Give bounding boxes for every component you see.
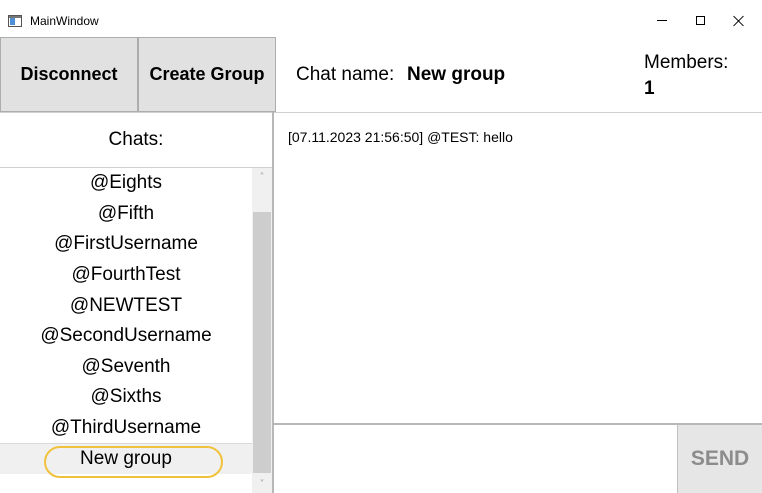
title-bar: MainWindow	[0, 0, 762, 37]
send-button[interactable]: SEND	[677, 425, 762, 493]
maximize-icon	[695, 16, 705, 25]
chat-name-label: Chat name:	[296, 64, 395, 85]
minimize-icon	[657, 20, 667, 21]
members-count: 1	[644, 78, 655, 99]
chat-list-item[interactable]: @FourthTest	[0, 260, 252, 291]
chat-list: @Eights @Fifth @FirstUsername @FourthTes…	[0, 168, 252, 493]
selection-highlight	[44, 446, 223, 478]
chat-list-item[interactable]: @Sixths	[0, 382, 252, 413]
close-button[interactable]	[717, 0, 761, 37]
create-group-button[interactable]: Create Group	[138, 37, 276, 112]
chat-list-item[interactable]: @Fifth	[0, 199, 252, 230]
chat-list-item[interactable]: @ThirdUsername	[0, 413, 252, 444]
scroll-up-icon[interactable]: ˄	[252, 168, 272, 186]
chat-list-item[interactable]: @FirstUsername	[0, 229, 252, 260]
scroll-thumb[interactable]	[253, 212, 271, 473]
members-label: Members:	[644, 52, 729, 73]
message-input[interactable]	[274, 425, 677, 493]
app-window-icon	[8, 15, 22, 27]
chat-list-item[interactable]: @SecondUsername	[0, 321, 252, 352]
chat-list-item[interactable]: @NEWTEST	[0, 290, 252, 321]
disconnect-button[interactable]: Disconnect	[0, 37, 138, 112]
chat-list-scrollbar[interactable]: ˄ ˅	[252, 168, 272, 493]
chat-list-item[interactable]: @Eights	[0, 168, 252, 199]
chats-header: Chats:	[0, 112, 272, 168]
header-divider	[272, 112, 762, 113]
window-title: MainWindow	[30, 14, 99, 28]
maximize-button[interactable]	[678, 0, 722, 37]
message-line: [07.11.2023 21:56:50] @TEST: hello	[288, 129, 513, 145]
chat-name-value: New group	[407, 64, 506, 85]
close-icon	[733, 15, 745, 27]
chat-list-item[interactable]: @Seventh	[0, 352, 252, 383]
scroll-down-icon[interactable]: ˅	[252, 475, 272, 493]
